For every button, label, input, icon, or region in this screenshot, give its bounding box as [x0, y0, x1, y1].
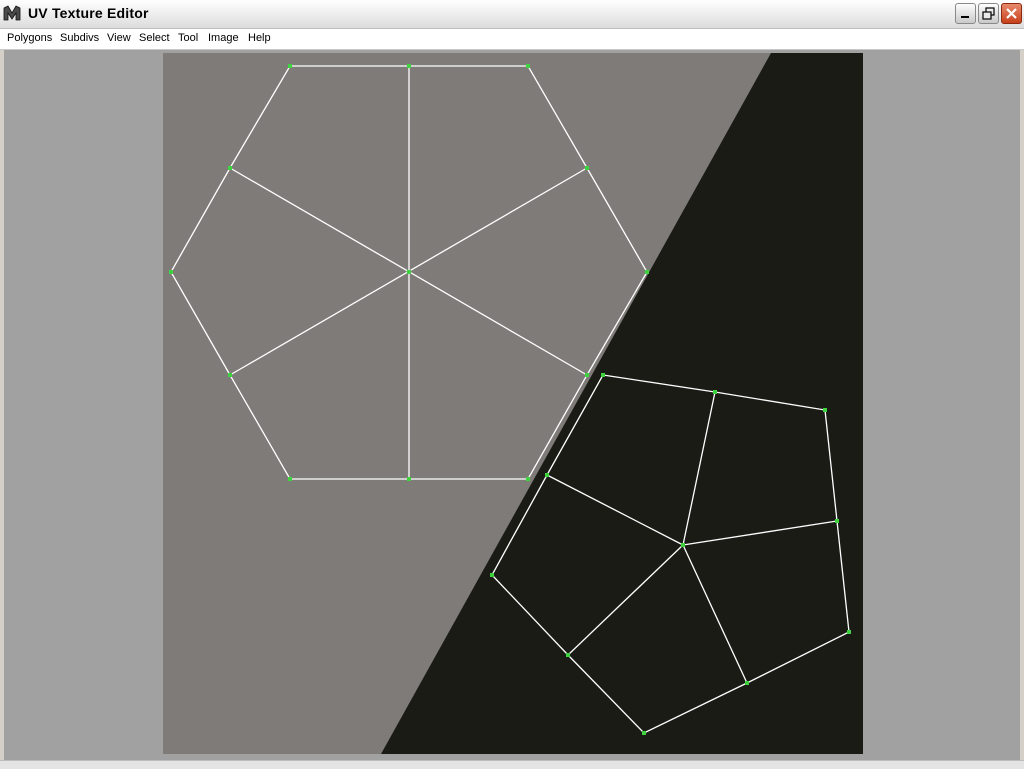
uv-vertex[interactable]: [407, 477, 411, 481]
uv-vertex[interactable]: [545, 473, 549, 477]
uv-vertex[interactable]: [490, 573, 494, 577]
menu-subdivs[interactable]: Subdivs: [60, 32, 99, 44]
menu-image[interactable]: Image: [208, 32, 239, 44]
menu-tool[interactable]: Tool: [178, 32, 198, 44]
uv-vertex[interactable]: [169, 270, 173, 274]
menu-polygons[interactable]: Polygons: [7, 32, 52, 44]
uv-vertex[interactable]: [407, 64, 411, 68]
uv-vertex[interactable]: [585, 373, 589, 377]
minimize-button[interactable]: [955, 3, 976, 24]
uv-canvas[interactable]: [4, 50, 1020, 760]
uv-vertex[interactable]: [835, 519, 839, 523]
uv-vertex[interactable]: [526, 477, 530, 481]
uv-vertex[interactable]: [228, 166, 232, 170]
close-button[interactable]: [1001, 3, 1022, 24]
uv-vertex[interactable]: [713, 390, 717, 394]
menu-help[interactable]: Help: [248, 32, 271, 44]
restore-icon: [982, 7, 995, 20]
uv-editor-viewport[interactable]: [4, 50, 1020, 760]
uv-vertex[interactable]: [847, 630, 851, 634]
uv-vertex[interactable]: [288, 64, 292, 68]
minimize-icon: [961, 16, 969, 18]
uv-vertex[interactable]: [228, 373, 232, 377]
maya-app-icon: [3, 5, 21, 21]
uv-vertex[interactable]: [601, 373, 605, 377]
uv-vertex[interactable]: [681, 543, 685, 547]
menu-select[interactable]: Select: [139, 32, 170, 44]
uv-vertex[interactable]: [823, 408, 827, 412]
uv-vertex[interactable]: [566, 653, 570, 657]
uv-vertex[interactable]: [585, 166, 589, 170]
uv-vertex[interactable]: [526, 64, 530, 68]
restore-button[interactable]: [978, 3, 999, 24]
window-title: UV Texture Editor: [28, 5, 149, 21]
uv-vertex[interactable]: [645, 270, 649, 274]
title-bar[interactable]: UV Texture Editor: [0, 0, 1024, 29]
menu-bar: Polygons Subdivs View Select Tool Image …: [0, 29, 1024, 50]
uv-vertex[interactable]: [745, 681, 749, 685]
close-icon: [1006, 8, 1017, 19]
uv-vertex[interactable]: [407, 270, 411, 274]
menu-view[interactable]: View: [107, 32, 131, 44]
uv-vertex[interactable]: [288, 477, 292, 481]
uv-vertex[interactable]: [642, 731, 646, 735]
